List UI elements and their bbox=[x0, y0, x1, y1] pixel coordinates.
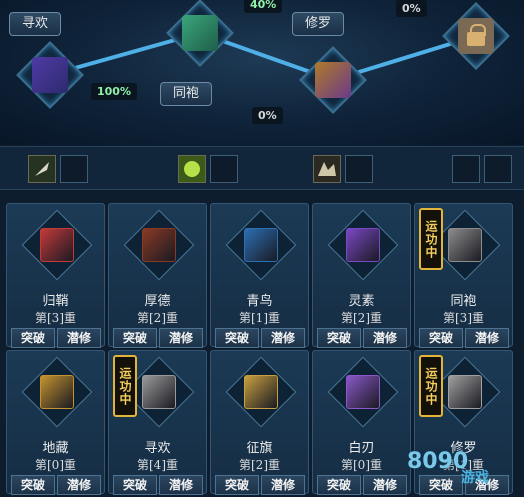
skill-name: 寻欢 bbox=[144, 441, 171, 456]
skill-card[interactable]: 灵素第[2]重突破 潜修 bbox=[312, 203, 411, 348]
brown-book-icon bbox=[142, 228, 176, 262]
skill-card[interactable]: 运功中寻欢第[4]重突破 潜修 bbox=[108, 350, 207, 495]
train-button[interactable]: 潜修 bbox=[363, 328, 407, 348]
skill-level: 第[2]重 bbox=[341, 311, 382, 325]
skill-card[interactable]: 白刃第[0]重突破 潜修 bbox=[312, 350, 411, 495]
gold-scroll-icon bbox=[40, 375, 74, 409]
skill-name: 同袍 bbox=[450, 294, 477, 309]
path-progress-2: 40% bbox=[244, 0, 283, 13]
path-node-2[interactable] bbox=[166, 0, 234, 67]
padlock-icon bbox=[458, 18, 494, 54]
train-button[interactable]: 潜修 bbox=[159, 475, 203, 495]
skill-level: 第[3]重 bbox=[443, 311, 484, 325]
skill-card[interactable]: 青鸟第[1]重突破 潜修 bbox=[210, 203, 309, 348]
path-label-3: 修罗 bbox=[292, 12, 345, 36]
grey-scroll-icon bbox=[142, 375, 176, 409]
skill-card[interactable]: 厚德第[2]重突破 潜修 bbox=[108, 203, 207, 348]
skill-level: 第[2]重 bbox=[239, 458, 280, 472]
skill-card[interactable]: 征旗第[2]重突破 潜修 bbox=[210, 350, 309, 495]
path-progress-1: 100% bbox=[91, 83, 137, 100]
train-button[interactable]: 潜修 bbox=[57, 328, 101, 348]
skill-level: 第[4]重 bbox=[137, 458, 178, 472]
skill-name: 地藏 bbox=[42, 441, 69, 456]
path-node-1[interactable] bbox=[16, 41, 84, 109]
skill-card[interactable]: 运功中同袍第[3]重突破 潜修 bbox=[414, 203, 513, 348]
train-button[interactable]: 潜修 bbox=[159, 328, 203, 348]
skill-name: 归鞘 bbox=[42, 294, 69, 309]
green-aura-icon[interactable] bbox=[178, 155, 206, 183]
equip-slot-bar bbox=[0, 146, 524, 190]
red-book-icon bbox=[40, 228, 74, 262]
skill-name: 白刃 bbox=[348, 441, 375, 456]
breakthrough-button[interactable]: 突破 bbox=[11, 328, 55, 348]
empty-slot-icon[interactable] bbox=[452, 155, 480, 183]
skill-level: 第[1]重 bbox=[239, 311, 280, 325]
train-button[interactable]: 潜修 bbox=[261, 328, 305, 348]
skill-level: 第[0]重 bbox=[35, 458, 76, 472]
path-label-2: 同袍 bbox=[160, 82, 213, 106]
breakthrough-button[interactable]: 突破 bbox=[11, 475, 55, 495]
skill-scroll-icon bbox=[32, 57, 68, 93]
path-node-4[interactable] bbox=[442, 2, 510, 70]
skill-card[interactable]: 归鞘第[3]重突破 潜修 bbox=[6, 203, 105, 348]
throwing-knife-icon[interactable] bbox=[28, 155, 56, 183]
breakthrough-button[interactable]: 突破 bbox=[419, 328, 463, 348]
breakthrough-button[interactable]: 突破 bbox=[215, 328, 259, 348]
breakthrough-button[interactable]: 突破 bbox=[317, 475, 361, 495]
breakthrough-button[interactable]: 突破 bbox=[317, 328, 361, 348]
purple-book-icon bbox=[346, 228, 380, 262]
breakthrough-button[interactable]: 突破 bbox=[113, 328, 157, 348]
empty-slot-icon[interactable] bbox=[210, 155, 238, 183]
gold-scroll-icon bbox=[244, 375, 278, 409]
running-badge: 运功中 bbox=[419, 355, 443, 417]
skill-level: 第[2]重 bbox=[137, 311, 178, 325]
breakthrough-button[interactable]: 突破 bbox=[113, 475, 157, 495]
skill-name: 灵素 bbox=[348, 294, 375, 309]
skill-book-icon bbox=[315, 62, 351, 98]
watermark-logo: 8090 游戏 bbox=[407, 449, 489, 486]
breakthrough-button[interactable]: 突破 bbox=[215, 475, 259, 495]
empty-slot-icon[interactable] bbox=[60, 155, 88, 183]
empty-slot-icon[interactable] bbox=[345, 155, 373, 183]
skill-path-panel: 寻欢 同袍 修罗 100% 40% 0% 0% bbox=[0, 0, 524, 145]
path-progress-4: 0% bbox=[396, 0, 427, 17]
train-button[interactable]: 潜修 bbox=[261, 475, 305, 495]
train-button[interactable]: 潜修 bbox=[57, 475, 101, 495]
grey-book-icon bbox=[448, 375, 482, 409]
path-progress-3: 0% bbox=[252, 107, 283, 124]
skill-name: 厚德 bbox=[144, 294, 171, 309]
skill-level: 第[0]重 bbox=[341, 458, 382, 472]
train-button[interactable]: 潜修 bbox=[465, 328, 509, 348]
skill-name: 青鸟 bbox=[246, 294, 273, 309]
running-badge: 运功中 bbox=[113, 355, 137, 417]
path-label-1: 寻欢 bbox=[9, 12, 62, 36]
running-badge: 运功中 bbox=[419, 208, 443, 270]
skill-level: 第[3]重 bbox=[35, 311, 76, 325]
grey-scroll-icon bbox=[448, 228, 482, 262]
empty-slot-icon[interactable] bbox=[484, 155, 512, 183]
skill-name: 征旗 bbox=[246, 441, 273, 456]
skill-scroll-icon bbox=[182, 15, 218, 51]
skill-card[interactable]: 地藏第[0]重突破 潜修 bbox=[6, 350, 105, 495]
train-button[interactable]: 潜修 bbox=[363, 475, 407, 495]
purple-scroll-icon bbox=[346, 375, 380, 409]
path-node-3[interactable] bbox=[299, 46, 367, 114]
blue-book-icon bbox=[244, 228, 278, 262]
dark-beast-icon[interactable] bbox=[313, 155, 341, 183]
